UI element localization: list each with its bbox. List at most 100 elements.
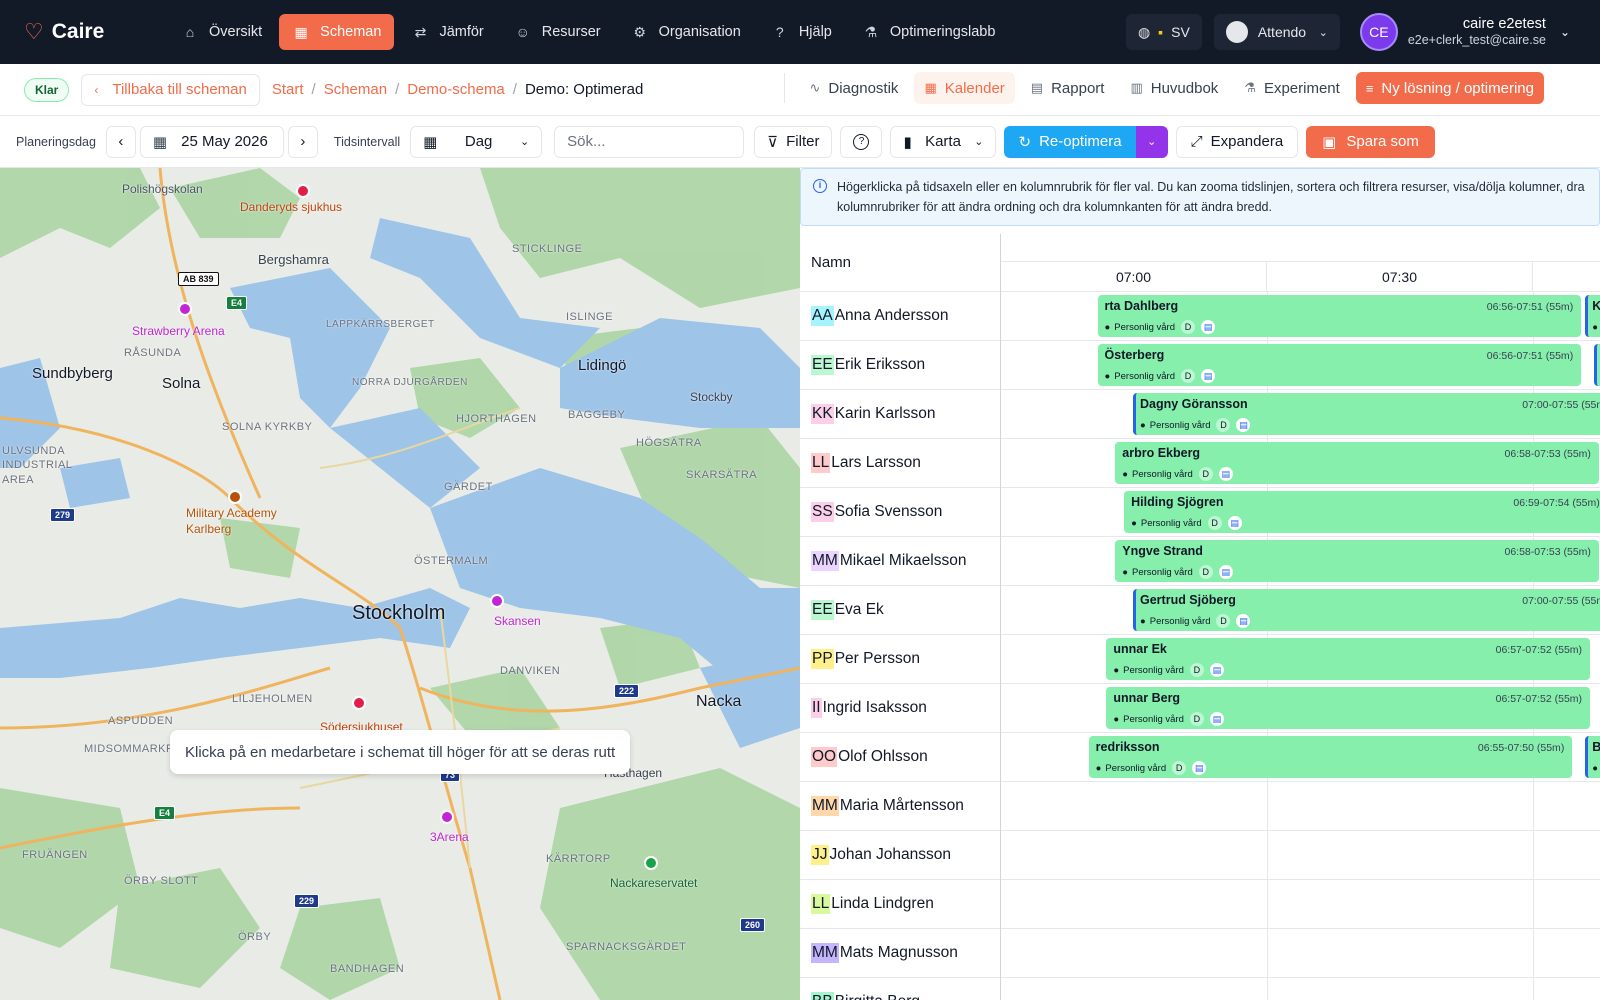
employee-row[interactable]: OO Olof Ohlsson <box>800 733 1000 782</box>
visit-card[interactable]: redriksson 06:55-07:50 (55m) ● Personlig vå… <box>1088 736 1573 778</box>
visit-card[interactable]: Bo Hallgren ●Personlig vårdD▤ <box>1585 736 1600 778</box>
timeline-row[interactable] <box>1001 880 1600 929</box>
timeline-row[interactable] <box>1001 782 1600 831</box>
back-to-schedules-button[interactable]: ‹ Tillbaka till scheman <box>81 73 260 106</box>
nav-item-scheman[interactable]: ▦ Scheman <box>279 14 395 50</box>
interval-select[interactable]: ▦ Dag ⌄ <box>410 125 543 158</box>
employee-row[interactable]: MM Maria Mårtensson <box>800 782 1000 831</box>
employee-row[interactable]: LL Linda Lindgren <box>800 880 1000 929</box>
timeline-row[interactable]: arbro Ekberg 06:58-07:53 (55m) ● Personlig … <box>1001 439 1600 488</box>
document-icon[interactable]: ▤ <box>1192 761 1207 775</box>
language-switcher[interactable]: ◍ ▪ SV <box>1125 14 1202 50</box>
time-tick[interactable]: 07:30 <box>1267 262 1533 292</box>
visit-card[interactable]: Hilding Sjögren 06:59-07:54 (55m) ● Personl… <box>1124 491 1600 533</box>
visit-card[interactable]: unnar Ek 06:57-07:52 (55m) ● Personlig vård… <box>1106 638 1591 680</box>
timeline-row[interactable]: Gertrud Sjöberg07:00-07:55 (55m)●Personl… <box>1001 586 1600 635</box>
employee-row[interactable]: EE Erik Eriksson <box>800 341 1000 390</box>
nav-item-jämför[interactable]: ⇄ Jämför <box>398 14 496 50</box>
org-switcher[interactable]: Attendo ⌄ <box>1213 14 1340 50</box>
employee-row[interactable]: AA Anna Andersson <box>800 292 1000 341</box>
timeline-row[interactable] <box>1001 978 1600 1000</box>
document-icon[interactable]: ▤ <box>1236 614 1251 628</box>
user-info[interactable]: caire e2etest e2e+clerk_test@caire.se <box>1408 16 1546 48</box>
tab-experiment[interactable]: ⚗ Experiment <box>1234 72 1350 104</box>
visit-card[interactable]: rta Dahlberg 06:56-07:51 (55m) ● Personlig … <box>1097 295 1582 337</box>
tab-diagnostik[interactable]: ∿ Diagnostik <box>799 72 908 104</box>
timeline-header[interactable]: 07:00 07:30 <box>1001 234 1600 292</box>
employee-row[interactable]: BBBirgitta Berg <box>800 978 1000 1000</box>
employee-row[interactable]: EE Eva Ek <box>800 586 1000 635</box>
timeline-row[interactable]: redriksson 06:55-07:50 (55m) ● Personlig vå… <box>1001 733 1600 782</box>
tab-rapport[interactable]: ▤ Rapport <box>1021 72 1115 104</box>
time-tick[interactable]: 07:00 <box>1001 262 1267 292</box>
save-icon: ▣ <box>1322 133 1337 151</box>
employee-row[interactable]: PP Per Persson <box>800 635 1000 684</box>
reoptimize-button[interactable]: ↻ Re-optimera <box>1004 125 1136 158</box>
visit-card[interactable]: arbro Ekberg 06:58-07:53 (55m) ● Personlig … <box>1115 442 1599 484</box>
visit-card[interactable]: Kurt Falk●Personlig vårdD▤ <box>1594 344 1600 386</box>
document-icon[interactable]: ▤ <box>1209 712 1224 726</box>
employee-initials: JJ <box>811 845 829 865</box>
tab-ny-lösning-optimering[interactable]: ≡ Ny lösning / optimering <box>1355 72 1544 104</box>
timeline-row[interactable]: unnar Berg 06:57-07:52 (55m) ● Personlig vå… <box>1001 684 1600 733</box>
next-day-button[interactable]: › <box>287 125 318 158</box>
date-picker[interactable]: ▦ 25 May 2026 <box>139 125 284 158</box>
reoptimize-menu-button[interactable]: ⌄ <box>1135 125 1168 158</box>
visit-card[interactable]: Gertrud Sjöberg07:00-07:55 (55m)●Personl… <box>1133 589 1600 631</box>
timeline-row[interactable]: rta Dahlberg 06:56-07:51 (55m) ● Personlig … <box>1001 292 1600 341</box>
help-button[interactable]: ? <box>840 125 883 158</box>
avatar[interactable]: CE <box>1359 13 1398 51</box>
visit-card[interactable]: Dagny Göransson07:00-07:55 (55m)●Personl… <box>1133 393 1600 435</box>
route-map[interactable]: Polishögskolan Danderyds sjukhus Bergshamr… <box>0 168 800 1000</box>
tab-huvudbok[interactable]: ▥ Huvudbok <box>1120 72 1228 104</box>
d-badge: D <box>1189 663 1204 677</box>
nav-item-hjälp[interactable]: ? Hjälp <box>758 14 845 50</box>
visit-time: 06:57-07:52 (55m) <box>1495 693 1583 705</box>
document-icon[interactable]: ▤ <box>1201 369 1216 383</box>
nav-item-resurser[interactable]: ☺ Resurser <box>501 14 614 50</box>
nav-item-översikt[interactable]: ⌂ Översikt <box>168 14 275 50</box>
tab-kalender[interactable]: ▦ Kalender <box>914 72 1015 104</box>
view-select[interactable]: ▮ Karta ⌄ <box>890 125 997 158</box>
nav-item-organisation[interactable]: ⚙ Organisation <box>618 14 754 50</box>
visit-card[interactable]: unnar Berg 06:57-07:52 (55m) ● Personlig vå… <box>1106 687 1591 729</box>
employee-row[interactable]: KK Karin Karlsson <box>800 390 1000 439</box>
visit-card[interactable]: Österberg 06:56-07:51 (55m) ● Personlig vår… <box>1097 344 1582 386</box>
document-icon[interactable]: ▤ <box>1236 418 1251 432</box>
visit-card[interactable]: Karl Nilsson ●Personlig vårdD▤ <box>1585 295 1600 337</box>
timeline-row[interactable]: Hilding Sjögren 06:59-07:54 (55m) ● Personl… <box>1001 488 1600 537</box>
prev-day-button[interactable]: ‹ <box>105 125 136 158</box>
employee-row[interactable]: LL Lars Larsson <box>800 439 1000 488</box>
timeline-row[interactable]: Dagny Göransson07:00-07:55 (55m)●Personl… <box>1001 390 1600 439</box>
breadcrumb-start[interactable]: Start <box>272 81 304 98</box>
document-icon[interactable]: ▤ <box>1227 516 1242 530</box>
timeline-grid[interactable]: rta Dahlberg 06:56-07:51 (55m) ● Personlig … <box>1001 292 1600 1000</box>
timeline-row[interactable] <box>1001 929 1600 978</box>
expand-button[interactable]: ⤢ Expandera <box>1175 125 1299 158</box>
timeline-row[interactable]: Yngve Strand 06:58-07:53 (55m) ● Personlig … <box>1001 537 1600 586</box>
save-as-button[interactable]: ▣ Spara som <box>1306 125 1435 158</box>
employee-row[interactable]: JJ Johan Johansson <box>800 831 1000 880</box>
document-icon[interactable]: ▤ <box>1201 320 1216 334</box>
search-input[interactable]: Sök... <box>554 125 745 158</box>
document-icon[interactable]: ▤ <box>1209 663 1224 677</box>
breadcrumb-schedules[interactable]: Scheman <box>324 81 387 98</box>
name-column-header[interactable]: Namn <box>800 234 1000 292</box>
employee-row[interactable]: MM Mats Magnusson <box>800 929 1000 978</box>
nav-item-optimeringslabb[interactable]: ⚗ Optimeringslabb <box>849 14 1009 50</box>
timeline-row[interactable]: unnar Ek 06:57-07:52 (55m) ● Personlig vård… <box>1001 635 1600 684</box>
user-menu-chevron-icon[interactable]: ⌄ <box>1560 25 1570 39</box>
brand-logo[interactable]: ♡ Caire <box>24 19 152 45</box>
document-icon[interactable]: ▤ <box>1218 565 1233 579</box>
employee-row[interactable]: MM Mikael Mikaelsson <box>800 537 1000 586</box>
filter-button[interactable]: ⊽ Filter <box>754 125 833 158</box>
document-icon[interactable]: ▤ <box>1218 467 1233 481</box>
breadcrumb-demo-schedule[interactable]: Demo-schema <box>407 81 505 98</box>
timeline-row[interactable]: Österberg 06:56-07:51 (55m) ● Personlig vår… <box>1001 341 1600 390</box>
timeline-row[interactable] <box>1001 831 1600 880</box>
employee-row[interactable]: II Ingrid Isaksson <box>800 684 1000 733</box>
employee-row[interactable]: SS Sofia Svensson <box>800 488 1000 537</box>
nav-item-label: Organisation <box>658 24 741 40</box>
visit-card[interactable]: Yngve Strand 06:58-07:53 (55m) ● Personlig … <box>1115 540 1599 582</box>
visit-client: Karl Nilsson <box>1592 299 1600 313</box>
